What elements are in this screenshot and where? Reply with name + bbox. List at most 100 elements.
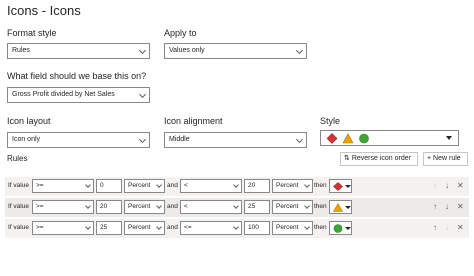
value-input[interactable]: 25 [244,200,270,214]
and-label: and [167,224,178,231]
value-text: 100 [248,224,259,231]
icon-layout-dropdown[interactable]: Icon only [7,132,150,148]
green-circle-icon [333,224,343,233]
operator-dropdown[interactable]: < [180,200,242,214]
value-text: 25 [100,224,108,231]
base-field-label: What field should we base this on? [7,71,147,81]
move-up-icon[interactable]: ↑ [433,179,437,193]
then-label: then [314,203,327,210]
format-style-dropdown[interactable]: Rules [7,43,150,59]
rule-row: If value >= 0 Percent and < 20 Percent t… [5,177,469,196]
reverse-icon-order-button[interactable]: ⇅ Reverse icon order [340,152,418,166]
chevron-down-icon [138,90,147,99]
operator-dropdown[interactable]: < [180,179,242,193]
move-down-icon[interactable]: ↓ [445,200,449,214]
operator-value: >= [36,203,44,210]
operator-dropdown[interactable]: >= [32,221,94,235]
value-input[interactable]: 20 [244,179,270,193]
chevron-down-icon [233,203,239,209]
and-label: and [167,203,178,210]
value-input[interactable]: 100 [244,221,270,235]
caret-down-icon [345,185,351,188]
value-input[interactable]: 25 [96,221,122,235]
chevron-down-icon [295,46,304,55]
value-text: 0 [100,182,104,189]
rule-row: If value >= 20 Percent and < 25 Percent … [5,198,469,217]
new-rule-button[interactable]: + New rule [423,152,468,166]
value-input[interactable]: 20 [96,200,122,214]
delete-icon[interactable]: ✕ [457,221,464,235]
chevron-down-icon [304,224,310,230]
value-text: 20 [100,203,108,210]
then-label: then [314,182,327,189]
chevron-down-icon [295,135,304,144]
unit-value: Percent [128,203,151,210]
icon-picker[interactable] [329,179,352,193]
operator-dropdown[interactable]: >= [32,200,94,214]
red-diamond-icon [333,182,343,191]
unit-dropdown[interactable]: Percent [124,200,165,214]
chevron-down-icon [85,203,91,209]
value-text: 20 [248,182,256,189]
unit-dropdown[interactable]: Percent [124,179,165,193]
format-style-value: Rules [12,47,30,54]
base-field-dropdown[interactable]: Gross Profit divided by Net Sales [7,87,150,103]
and-label: and [167,182,178,189]
chevron-down-icon [85,224,91,230]
unit-dropdown[interactable]: Percent [272,221,313,235]
apply-to-dropdown[interactable]: Values only [164,43,307,59]
reverse-icon-order-label: Reverse icon order [351,155,411,162]
operator-value: >= [36,182,44,189]
chevron-down-icon [156,182,162,188]
operator-value: >= [36,224,44,231]
move-down-icon[interactable]: ↓ [445,221,449,235]
new-rule-label: New rule [433,155,461,162]
caret-down-icon [345,227,351,230]
icon-picker[interactable] [329,221,352,235]
rule-row: If value >= 25 Percent and <= 100 Percen… [5,219,469,238]
unit-value: Percent [128,182,151,189]
unit-dropdown[interactable]: Percent [124,221,165,235]
operator-value: < [184,203,188,210]
base-field-value: Gross Profit divided by Net Sales [12,91,115,98]
if-value-label: If value [8,224,29,231]
chevron-down-icon [156,224,162,230]
style-dropdown[interactable] [320,130,459,146]
operator-dropdown[interactable]: <= [180,221,242,235]
icon-alignment-dropdown[interactable]: Middle [164,132,307,148]
unit-value: Percent [276,203,299,210]
icon-layout-value: Icon only [12,136,41,143]
move-down-icon[interactable]: ↓ [445,179,449,193]
caret-down-icon [446,136,452,140]
sort-icon: ⇅ [344,155,350,162]
unit-dropdown[interactable]: Percent [272,200,313,214]
value-input[interactable]: 0 [96,179,122,193]
unit-dropdown[interactable]: Percent [272,179,313,193]
operator-value: <= [184,224,192,231]
operator-dropdown[interactable]: >= [32,179,94,193]
delete-icon[interactable]: ✕ [457,200,464,214]
delete-icon[interactable]: ✕ [457,179,464,193]
chevron-down-icon [156,203,162,209]
apply-to-value: Values only [169,47,205,54]
rules-label: Rules [7,154,28,163]
style-label: Style [320,116,341,126]
dialog-title: Icons - Icons [7,3,81,18]
style-icon-set [327,133,369,144]
chevron-down-icon [304,203,310,209]
red-diamond-icon [327,133,338,144]
chevron-down-icon [138,46,147,55]
caret-down-icon [345,206,351,209]
icon-picker[interactable] [329,200,352,214]
green-circle-icon [359,133,369,144]
move-up-icon[interactable]: ↑ [433,200,437,214]
chevron-down-icon [85,182,91,188]
icon-alignment-label: Icon alignment [164,116,223,126]
value-text: 25 [248,203,256,210]
icon-alignment-value: Middle [169,136,190,143]
unit-value: Percent [276,182,299,189]
chevron-down-icon [138,135,147,144]
move-up-icon[interactable]: ↑ [433,221,437,235]
if-value-label: If value [8,203,29,210]
operator-value: < [184,182,188,189]
